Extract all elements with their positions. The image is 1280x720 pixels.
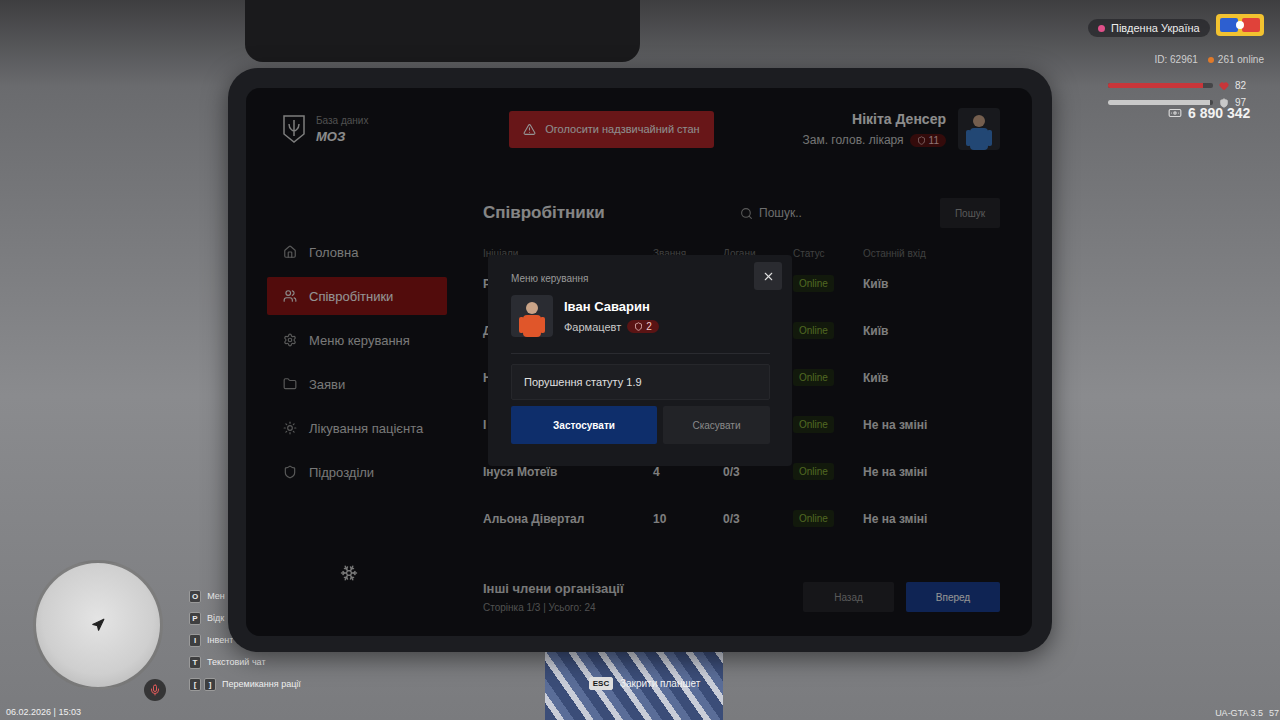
employee-name: Іван Саварин [564, 299, 659, 314]
close-icon [762, 270, 775, 283]
server-name: Південна Україна [1111, 22, 1200, 34]
key-cap: P [189, 612, 201, 625]
stat-row: 82 [1108, 80, 1246, 91]
version: UA-GTA 3.5 [1215, 708, 1263, 718]
key-cap: T [189, 656, 201, 669]
tablet-screen: База данихМОЗОголосити надзвичайний стан… [246, 88, 1032, 636]
key-cap: ] [204, 678, 216, 691]
key-hint-label: Мен [207, 591, 225, 601]
divider [511, 353, 770, 354]
stat-bar [1108, 83, 1213, 88]
mic-icon [149, 684, 161, 696]
key-cap: ESC [589, 677, 613, 690]
dialog-title: Меню керування [511, 273, 770, 285]
shield-icon [634, 322, 643, 331]
health-icon [1219, 81, 1229, 91]
online-dot-icon [1208, 57, 1214, 63]
employee-role: Фармацевт2 [564, 320, 659, 333]
game-logo-icon [1214, 10, 1266, 40]
voice-indicator [144, 679, 166, 701]
player-stats: 8297 [1108, 80, 1246, 108]
stat-fill [1108, 83, 1203, 88]
player-id: ID: 62961 [1154, 54, 1197, 65]
key-hint-label: Перемикання рації [222, 679, 301, 689]
apply-button[interactable]: Застосувати [511, 406, 657, 444]
money-amount: 6 890 342 [1188, 105, 1250, 121]
person-icon [515, 299, 549, 337]
server-badge: Південна Україна [1088, 19, 1210, 37]
money-icon [1168, 106, 1182, 120]
key-hint-label: Відк [207, 613, 224, 623]
key-cap: O [189, 590, 201, 603]
version-info: UA-GTA 3.5 57 [1215, 708, 1279, 718]
key-hint-label: Текстовий чат [207, 657, 266, 667]
key-cap: I [189, 634, 201, 647]
manage-dialog: Меню керування Іван Саварин Фармацевт2 Заст… [488, 255, 792, 466]
close-tablet-hint: ESC Закрити планшет [589, 677, 700, 690]
player-info: ID: 62961 261 online [1154, 54, 1264, 65]
key-hint: [] Перемикання рації [189, 676, 301, 692]
cancel-button[interactable]: Скасувати [663, 406, 770, 444]
server-dot-icon [1098, 25, 1105, 32]
stat-bar [1108, 100, 1213, 105]
player-arrow-icon [91, 618, 105, 632]
tablet: База данихМОЗОголосити надзвичайний стан… [228, 68, 1052, 652]
rank-badge: 2 [627, 320, 659, 333]
vehicle [245, 0, 640, 62]
stat-reading: 82 [1235, 80, 1246, 91]
fps: 57 [1269, 708, 1279, 718]
money: 6 890 342 [1168, 105, 1250, 121]
online-count: 261 online [1218, 54, 1264, 65]
close-hint-label: Закрити планшет [620, 678, 700, 689]
reason-field[interactable] [511, 364, 770, 400]
key-hint: T Текстовий чат [189, 654, 301, 670]
date-time: 06.02.2026 | 15:03 [6, 707, 81, 717]
stat-fill [1108, 100, 1210, 105]
employee-avatar [511, 295, 553, 337]
minimap [33, 560, 163, 690]
key-cap: [ [189, 678, 201, 691]
key-hint-label: Інвент [207, 635, 233, 645]
close-button[interactable] [754, 262, 782, 290]
game-screen: Південна Україна ID: 62961 261 online 82976… [0, 0, 1280, 720]
